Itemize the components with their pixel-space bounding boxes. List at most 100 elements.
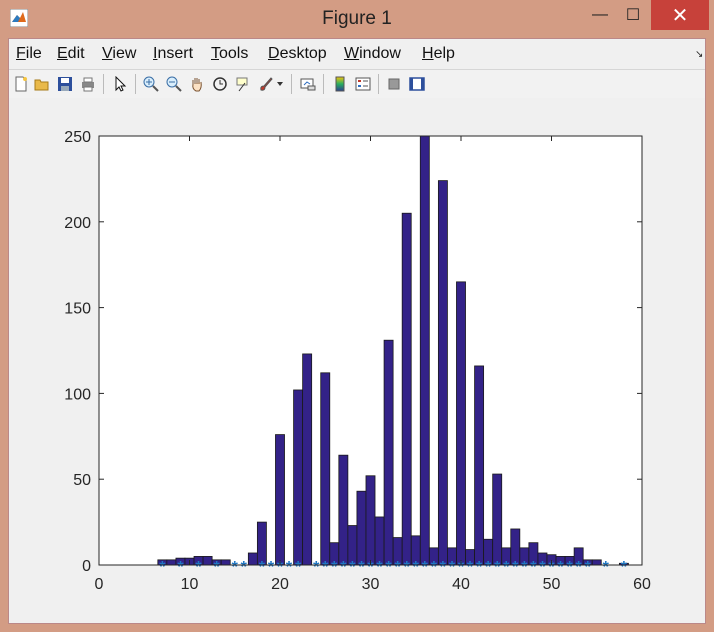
star-marker[interactable]: *	[241, 559, 248, 576]
y-tick-label: 100	[64, 386, 91, 403]
histogram-bar[interactable]	[474, 365, 485, 566]
star-marker[interactable]: *	[530, 559, 537, 576]
histogram-bar[interactable]	[320, 372, 331, 566]
histogram-bar[interactable]	[437, 180, 448, 566]
maximize-icon: ☐	[625, 7, 641, 24]
y-tick-label: 50	[73, 472, 91, 489]
star-marker[interactable]: *	[566, 559, 573, 576]
star-marker[interactable]: *	[440, 559, 447, 576]
histogram-bar[interactable]	[456, 281, 466, 566]
hide-plot-tools-icon[interactable]	[384, 74, 404, 94]
toolbar-separator	[378, 74, 379, 94]
star-marker[interactable]: *	[385, 559, 392, 576]
star-marker[interactable]: *	[195, 559, 202, 576]
colorbar-icon[interactable]	[330, 74, 350, 94]
histogram-bar[interactable]	[591, 559, 602, 566]
save-icon[interactable]	[55, 74, 75, 94]
histogram-bar[interactable]	[374, 516, 385, 566]
brush-icon[interactable]	[256, 74, 276, 94]
print-icon[interactable]	[78, 74, 98, 94]
star-marker[interactable]: *	[494, 559, 501, 576]
star-marker[interactable]: *	[557, 559, 564, 576]
menu-edit[interactable]: Edit	[57, 45, 85, 63]
rotate-3d-icon[interactable]	[210, 74, 230, 94]
star-marker[interactable]: *	[539, 559, 546, 576]
star-marker[interactable]: *	[295, 559, 302, 576]
link-plot-icon[interactable]	[298, 74, 318, 94]
star-marker[interactable]: *	[232, 559, 239, 576]
star-marker[interactable]: *	[512, 559, 519, 576]
pan-hand-icon[interactable]	[187, 74, 207, 94]
star-marker[interactable]: *	[603, 559, 610, 576]
show-plot-tools-icon[interactable]	[407, 74, 427, 94]
star-marker[interactable]: *	[376, 559, 383, 576]
menu-file[interactable]: File	[16, 45, 42, 63]
menu-desktop[interactable]: Desktop	[268, 45, 327, 63]
menu-window[interactable]: Window	[344, 45, 401, 63]
histogram-bar[interactable]	[383, 339, 394, 566]
star-marker[interactable]: *	[395, 559, 402, 576]
figure-canvas[interactable]: * * * * * * * * * * * * * * * * * * * * * * * * * * * * * * * * * * * * * * * *…	[9, 98, 705, 623]
star-marker[interactable]: *	[322, 559, 329, 576]
open-file-icon[interactable]	[32, 74, 52, 94]
star-marker[interactable]: *	[214, 559, 221, 576]
x-tick-label: 60	[633, 576, 651, 593]
star-marker[interactable]: *	[286, 559, 293, 576]
histogram-bar[interactable]	[492, 473, 503, 566]
brush-dropdown-icon[interactable]	[275, 74, 285, 94]
histogram-bar[interactable]	[202, 556, 213, 566]
star-marker[interactable]: *	[521, 559, 528, 576]
zoom-in-icon[interactable]	[141, 74, 161, 94]
menu-insert[interactable]: Insert	[153, 45, 193, 63]
histogram-bar[interactable]	[220, 559, 231, 566]
star-marker[interactable]: *	[422, 559, 429, 576]
histogram-bar[interactable]	[293, 389, 304, 566]
star-marker[interactable]: *	[476, 559, 483, 576]
data-cursor-icon[interactable]	[233, 74, 253, 94]
histogram-bar[interactable]	[338, 454, 349, 566]
histogram-bar[interactable]	[365, 475, 376, 566]
star-marker[interactable]: *	[621, 559, 628, 576]
star-marker[interactable]: *	[268, 559, 275, 576]
star-marker[interactable]: *	[349, 559, 356, 576]
histogram-bar[interactable]	[401, 212, 412, 566]
star-marker[interactable]: *	[413, 559, 420, 576]
minimize-button[interactable]: —	[584, 0, 616, 30]
star-marker[interactable]: *	[576, 559, 583, 576]
menu-tools[interactable]: Tools	[211, 45, 248, 63]
star-marker[interactable]: *	[585, 559, 592, 576]
y-tick-label: 250	[64, 129, 91, 146]
star-marker[interactable]: *	[431, 559, 438, 576]
close-button[interactable]: ✕	[651, 0, 709, 30]
star-marker[interactable]: *	[467, 559, 474, 576]
star-marker[interactable]: *	[177, 559, 184, 576]
star-marker[interactable]: *	[159, 559, 166, 576]
histogram-bar[interactable]	[275, 434, 285, 566]
menu-view[interactable]: View	[102, 45, 136, 63]
legend-icon[interactable]	[353, 74, 373, 94]
histogram-chart[interactable]: * * * * * * * * * * * * * * * * * * * * * * * * * * * * * * * * * * * * * * * *…	[9, 98, 705, 623]
figure-client-area: File Edit View Insert Tools Desktop Wind…	[8, 38, 706, 624]
menu-help[interactable]: Help	[422, 45, 455, 63]
star-marker[interactable]: *	[331, 559, 338, 576]
star-marker[interactable]: *	[449, 559, 456, 576]
star-marker[interactable]: *	[358, 559, 365, 576]
star-marker[interactable]: *	[404, 559, 411, 576]
title-bar[interactable]: Figure 1 — ☐ ✕	[0, 0, 714, 38]
star-marker[interactable]: *	[485, 559, 492, 576]
star-marker[interactable]: *	[340, 559, 347, 576]
dock-figure-icon[interactable]: ↘	[695, 49, 703, 60]
zoom-out-icon[interactable]	[164, 74, 184, 94]
histogram-bar[interactable]	[419, 135, 430, 566]
new-figure-icon[interactable]	[11, 74, 31, 94]
histogram-bar[interactable]	[247, 552, 258, 566]
histogram-bar[interactable]	[166, 559, 177, 566]
star-marker[interactable]: *	[313, 559, 320, 576]
toolbar-separator	[291, 74, 292, 94]
histogram-bar[interactable]	[302, 353, 313, 566]
maximize-button[interactable]: ☐	[617, 0, 649, 30]
histogram-bar[interactable]	[356, 490, 367, 566]
star-marker[interactable]: *	[503, 559, 510, 576]
select-arrow-icon[interactable]	[110, 74, 130, 94]
star-marker[interactable]: *	[259, 559, 266, 576]
